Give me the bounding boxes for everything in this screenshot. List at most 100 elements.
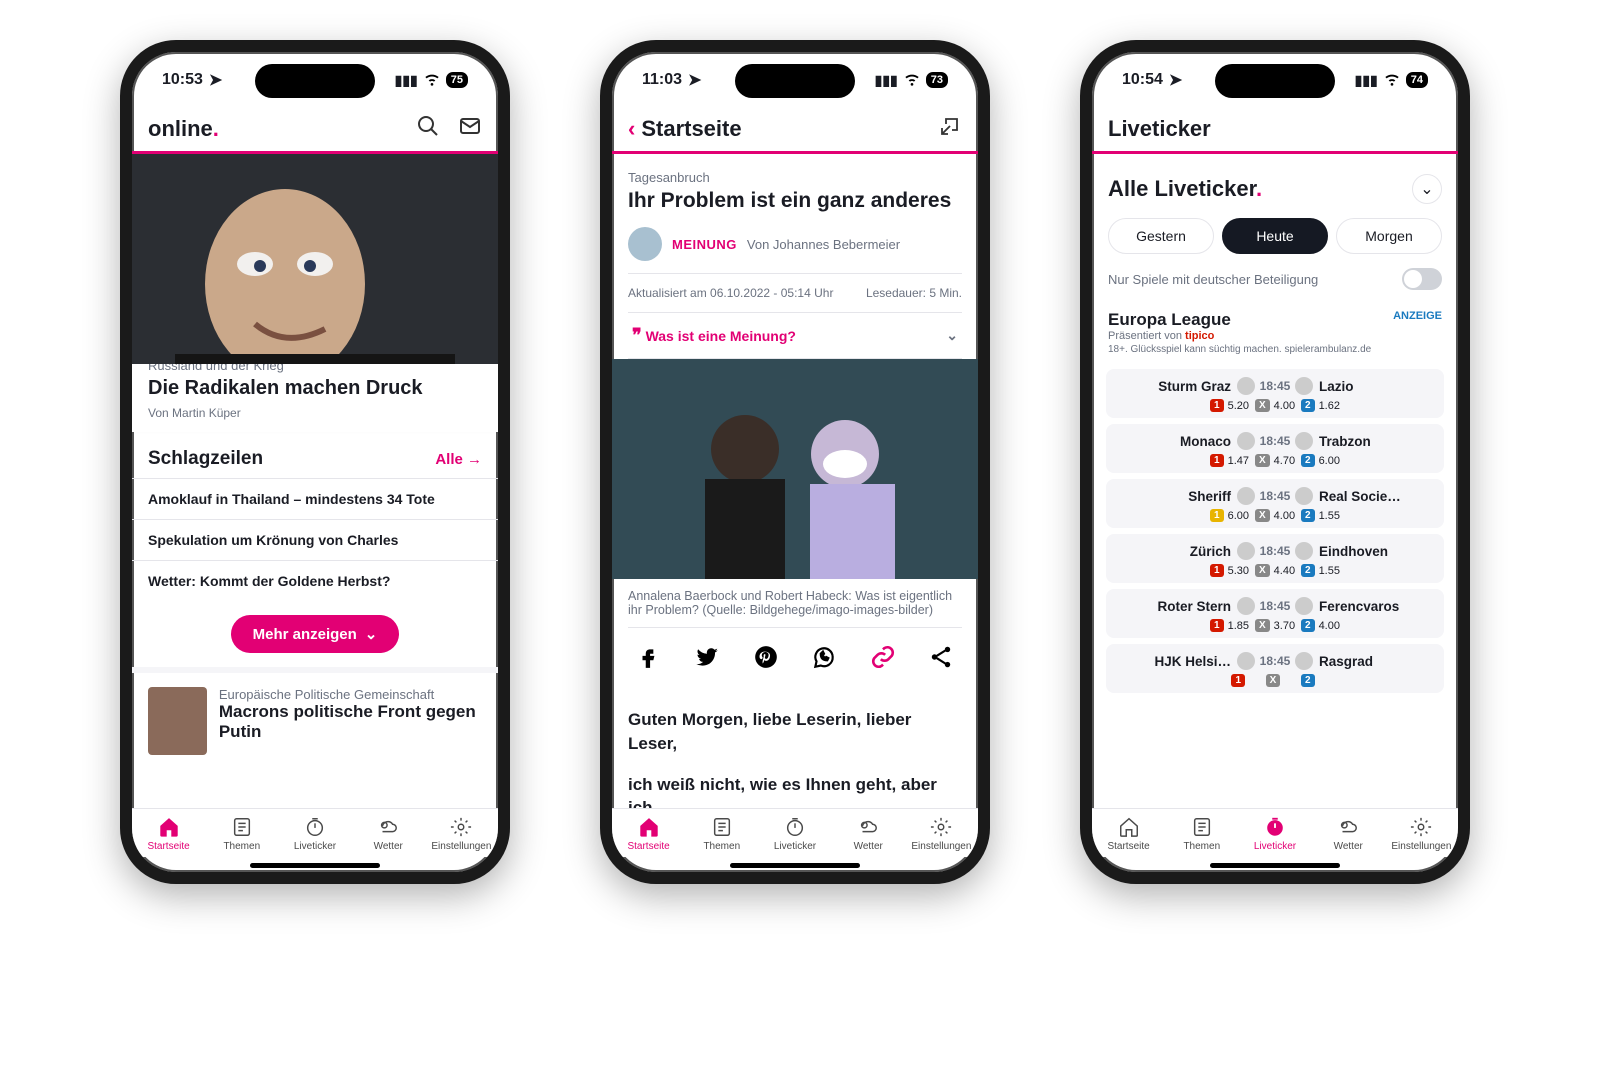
nav-einstellungen[interactable]: Einstellungen [905, 809, 978, 857]
odd-draw[interactable]: X3.70 [1255, 619, 1295, 632]
seg-yesterday[interactable]: Gestern [1108, 218, 1214, 254]
headlines-all-link[interactable]: Alle → [435, 451, 482, 468]
nav-einstellungen[interactable]: Einstellungen [1385, 809, 1458, 857]
bottom-nav: Startseite Themen Liveticker Wetter Eins… [1092, 808, 1458, 857]
quote-icon: ❞ [632, 325, 642, 345]
nav-home[interactable]: Startseite [612, 809, 685, 857]
gear-icon [1410, 816, 1432, 838]
match-row[interactable]: Sturm Graz 18:45 Lazio 15.20 X4.00 21.62 [1106, 369, 1444, 418]
hero-image[interactable] [132, 154, 498, 364]
league-name: Europa League [1108, 310, 1442, 330]
nav-home[interactable]: Startseite [1092, 809, 1165, 857]
nav-wetter[interactable]: Wetter [832, 809, 905, 857]
day-segmented-control: Gestern Heute Morgen [1092, 218, 1458, 268]
teaser-card[interactable]: Europäische Politische Gemeinschaft Macr… [132, 667, 498, 769]
opinion-explainer[interactable]: ❞ Was ist eine Meinung? ⌄ [628, 313, 962, 359]
share-icon[interactable] [938, 114, 962, 143]
odd-draw[interactable]: X4.70 [1255, 454, 1295, 467]
chevron-down-icon: ⌄ [365, 625, 378, 643]
headline-item[interactable]: Spekulation um Krönung von Charles [132, 519, 498, 560]
facebook-icon[interactable] [636, 644, 662, 675]
share-generic-icon[interactable] [928, 644, 954, 675]
nav-liveticker[interactable]: Liveticker [1238, 809, 1311, 857]
whatsapp-icon[interactable] [811, 644, 837, 675]
odd-home[interactable]: 15.30 [1210, 564, 1249, 577]
back-button[interactable]: ‹ [628, 116, 635, 142]
article-headline: Ihr Problem ist ein ganz anderes [628, 189, 962, 213]
nav-liveticker[interactable]: Liveticker [758, 809, 831, 857]
match-row[interactable]: HJK Helsi… 18:45 Rasgrad 1 X 2 [1106, 644, 1444, 693]
odd-home[interactable]: 16.00 [1210, 509, 1249, 522]
seg-today[interactable]: Heute [1222, 218, 1328, 254]
home-badge-icon [1237, 597, 1255, 615]
odd-home[interactable]: 11.85 [1210, 619, 1249, 632]
dynamic-island [1215, 64, 1335, 98]
mail-icon[interactable] [458, 114, 482, 143]
away-team: Ferencvaros [1313, 599, 1434, 614]
odd-home[interactable]: 15.20 [1210, 399, 1249, 412]
odd-away[interactable]: 2 [1301, 674, 1319, 687]
nav-einstellungen[interactable]: Einstellungen [425, 809, 498, 857]
battery: 74 [1406, 72, 1428, 88]
kickoff-time: 18:45 [1255, 544, 1295, 558]
away-badge-icon [1295, 652, 1313, 670]
show-more-button[interactable]: Mehr anzeigen ⌄ [231, 615, 400, 653]
author-row: MEINUNG Von Johannes Bebermeier [628, 227, 962, 261]
seg-tomorrow[interactable]: Morgen [1336, 218, 1442, 254]
gear-icon [450, 816, 472, 838]
pinterest-icon[interactable] [753, 644, 779, 675]
location-icon: ➤ [688, 70, 701, 90]
dynamic-island [255, 64, 375, 98]
odd-away[interactable]: 26.00 [1301, 454, 1340, 467]
nav-liveticker[interactable]: Liveticker [278, 809, 351, 857]
gambling-disclaimer: 18+. Glücksspiel kann süchtig machen. sp… [1092, 344, 1458, 363]
nav-themen[interactable]: Themen [205, 809, 278, 857]
home-icon [158, 816, 180, 838]
odd-draw[interactable]: X4.00 [1255, 509, 1295, 522]
odd-home[interactable]: 11.47 [1210, 454, 1249, 467]
sponsor: tipico [1185, 330, 1214, 342]
nav-wetter[interactable]: Wetter [1312, 809, 1385, 857]
odd-away[interactable]: 21.55 [1301, 564, 1340, 577]
match-row[interactable]: Roter Stern 18:45 Ferencvaros 11.85 X3.7… [1106, 589, 1444, 638]
link-icon[interactable] [870, 644, 896, 675]
home-badge-icon [1237, 652, 1255, 670]
home-team: Sturm Graz [1116, 379, 1237, 394]
match-list: Sturm Graz 18:45 Lazio 15.20 X4.00 21.62… [1092, 369, 1458, 693]
german-only-toggle[interactable] [1402, 268, 1442, 290]
kickoff-time: 18:45 [1255, 654, 1295, 668]
wifi-icon [904, 71, 920, 90]
chevron-down-icon: ⌄ [946, 327, 958, 344]
header-title[interactable]: Startseite [641, 116, 741, 142]
nav-themen[interactable]: Themen [685, 809, 758, 857]
headline-item[interactable]: Wetter: Kommt der Goldene Herbst? [132, 560, 498, 601]
away-team: Lazio [1313, 379, 1434, 394]
updated-time: Aktualisiert am 06.10.2022 - 05:14 Uhr [628, 286, 833, 300]
home-indicator [250, 863, 380, 868]
odd-home[interactable]: 1 [1231, 674, 1249, 687]
away-team: Rasgrad [1313, 654, 1434, 669]
match-row[interactable]: Zürich 18:45 Eindhoven 15.30 X4.40 21.55 [1106, 534, 1444, 583]
search-icon[interactable] [416, 114, 440, 143]
nav-home[interactable]: Startseite [132, 809, 205, 857]
nav-wetter[interactable]: Wetter [352, 809, 425, 857]
match-row[interactable]: Monaco 18:45 Trabzon 11.47 X4.70 26.00 [1106, 424, 1444, 473]
header-title: Liveticker [1108, 116, 1211, 142]
odd-draw[interactable]: X [1266, 674, 1285, 687]
expand-button[interactable]: ⌄ [1412, 174, 1442, 204]
weather-icon [857, 816, 879, 838]
odd-draw[interactable]: X4.00 [1255, 399, 1295, 412]
teaser-kicker: Europäische Politische Gemeinschaft [219, 687, 482, 702]
kickoff-time: 18:45 [1255, 434, 1295, 448]
match-row[interactable]: Sheriff 18:45 Real Socie… 16.00 X4.00 21… [1106, 479, 1444, 528]
odd-away[interactable]: 21.62 [1301, 399, 1340, 412]
odd-away[interactable]: 21.55 [1301, 509, 1340, 522]
app-header: online [132, 106, 498, 154]
odd-draw[interactable]: X4.40 [1255, 564, 1295, 577]
german-only-label: Nur Spiele mit deutscher Beteiligung [1108, 272, 1318, 287]
nav-themen[interactable]: Themen [1165, 809, 1238, 857]
away-badge-icon [1295, 597, 1313, 615]
twitter-icon[interactable] [694, 644, 720, 675]
odd-away[interactable]: 24.00 [1301, 619, 1340, 632]
headline-item[interactable]: Amoklauf in Thailand – mindestens 34 Tot… [132, 478, 498, 519]
